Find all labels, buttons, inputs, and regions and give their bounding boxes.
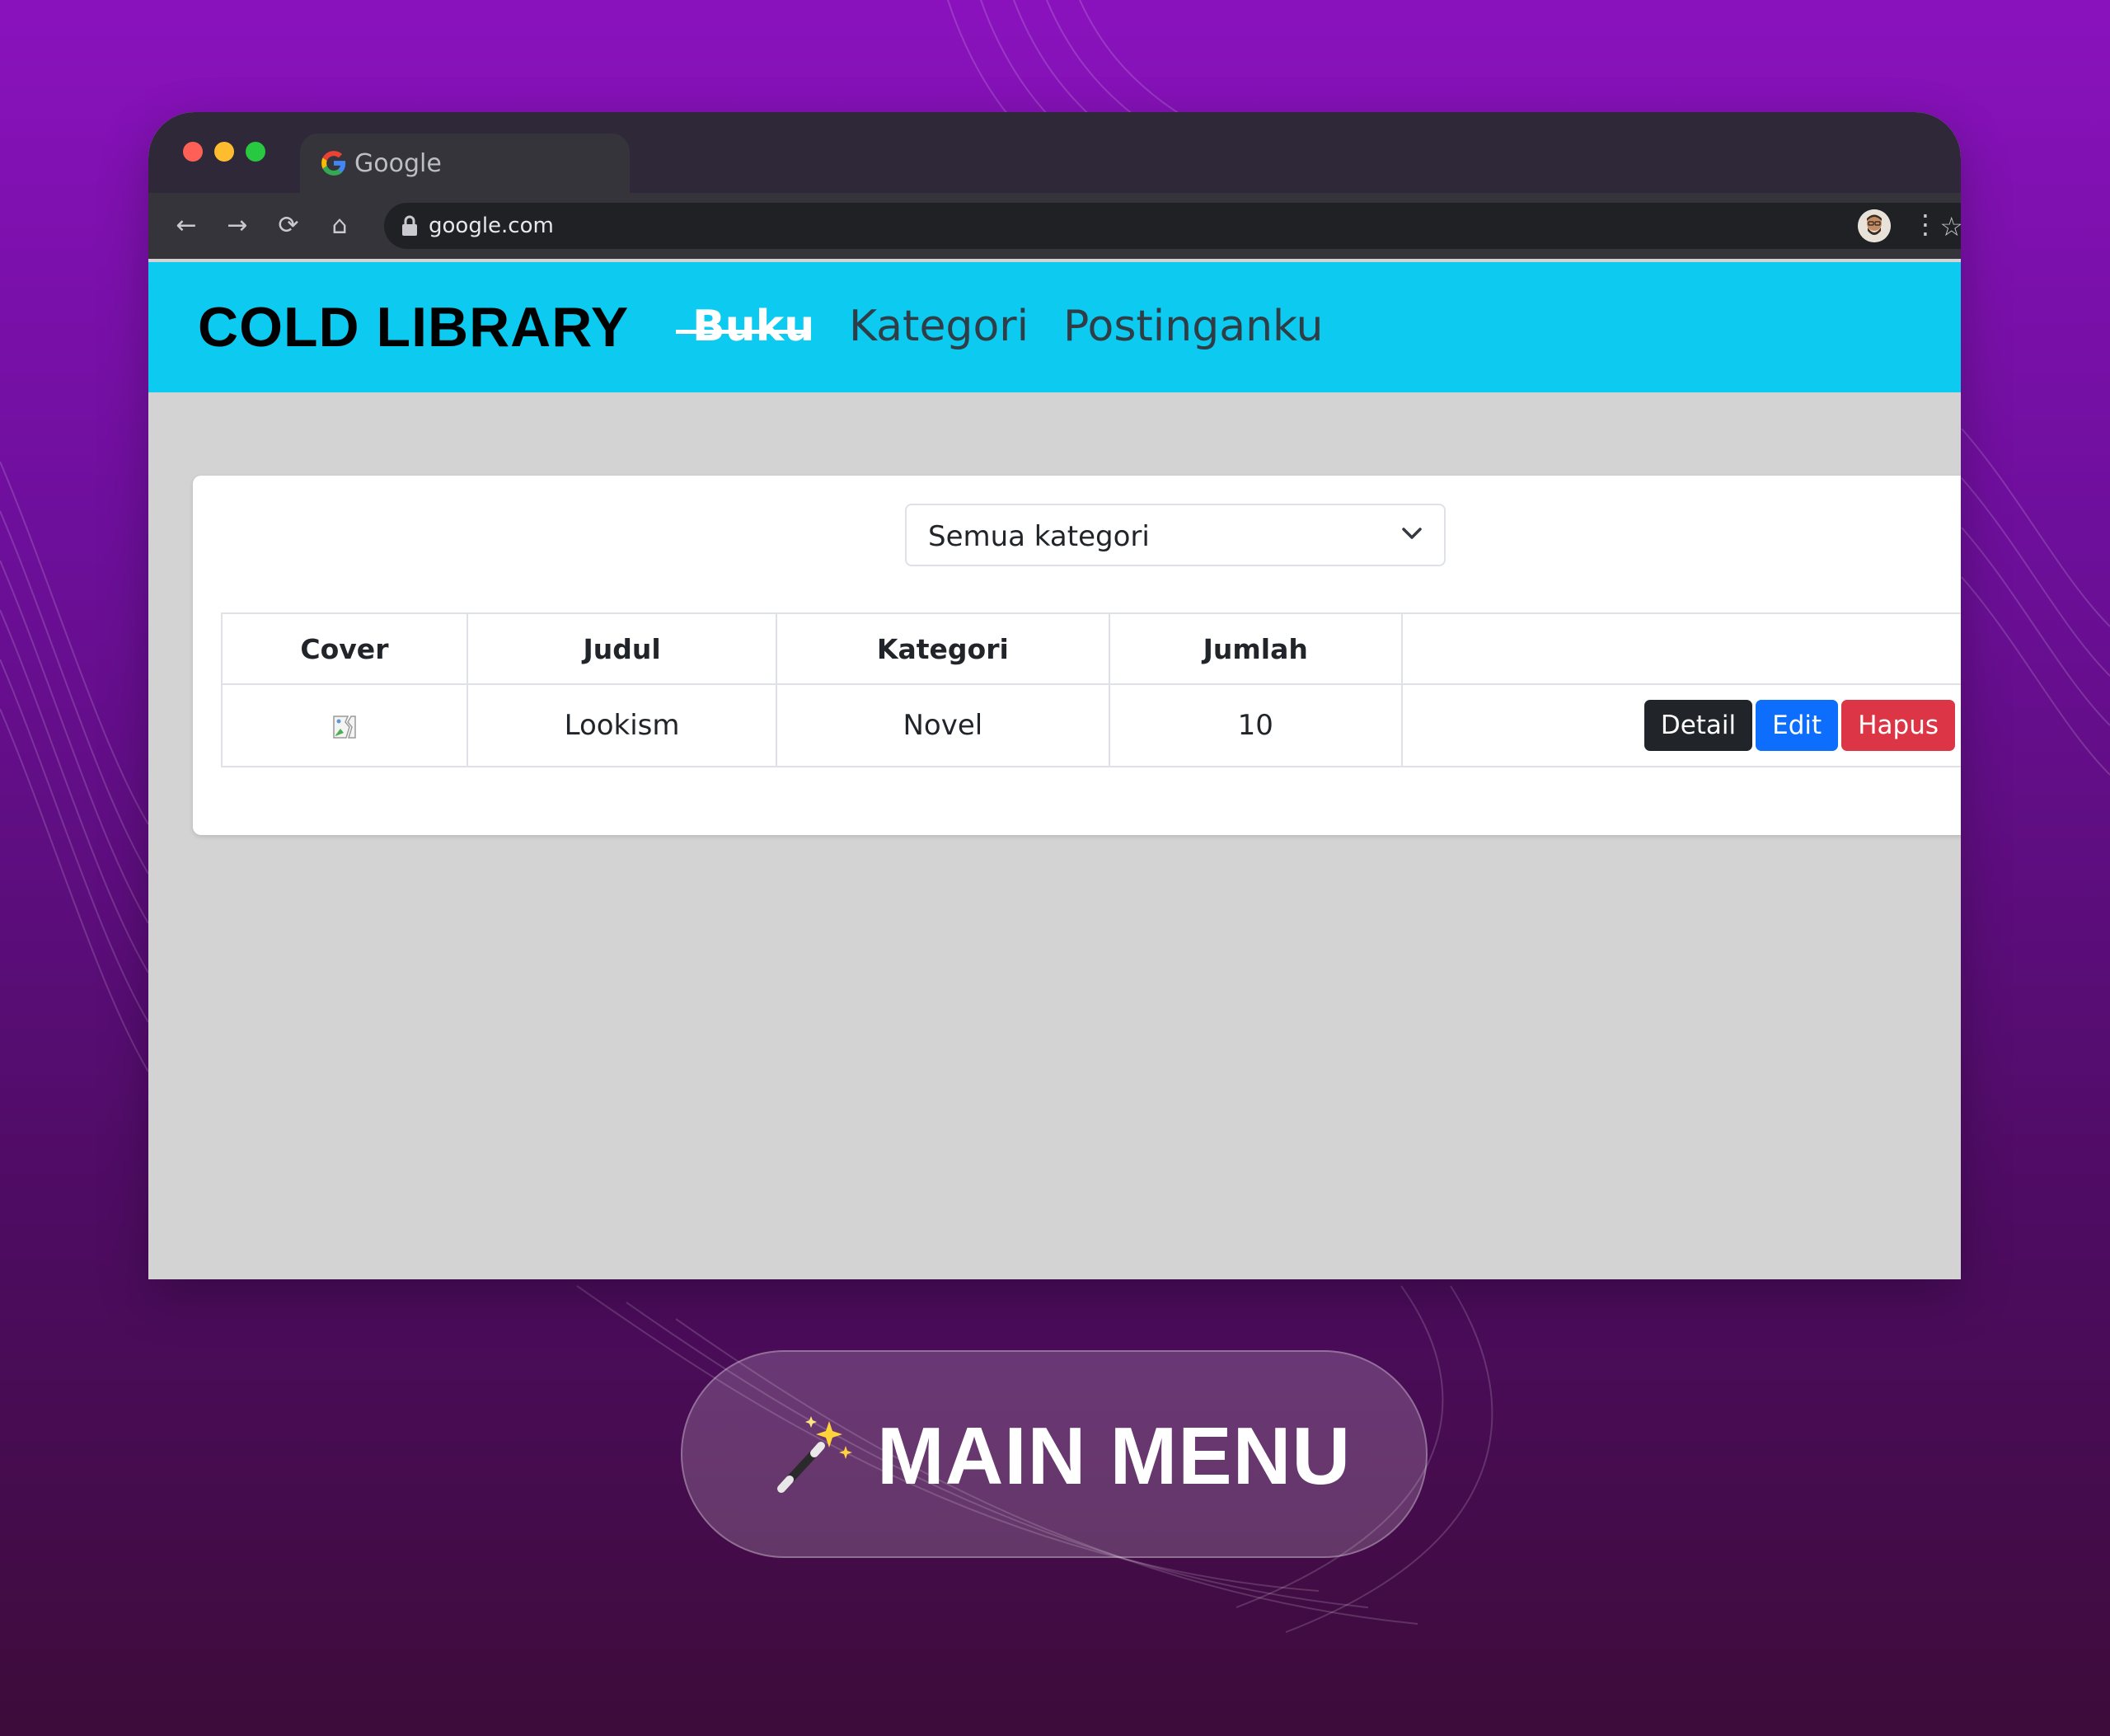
brand-logo[interactable]: COLD LIBRARY (198, 295, 629, 359)
judul-cell: Lookism (466, 683, 778, 767)
profile-avatar[interactable] (1858, 209, 1891, 242)
column-header-jumlah: Jumlah (1108, 612, 1403, 685)
app-navbar: COLD LIBRARY Buku Kategori Postinganku (148, 262, 1961, 392)
jumlah-cell: 10 (1108, 683, 1403, 767)
lock-icon (402, 215, 417, 236)
detail-button[interactable]: Detail (1643, 700, 1753, 751)
magic-wand-icon (777, 1416, 852, 1493)
close-window-button[interactable] (183, 142, 203, 162)
browser-tab[interactable]: Google (300, 134, 630, 193)
back-arrow-icon[interactable]: ← (170, 209, 203, 242)
active-nav-indicator (676, 330, 808, 334)
edit-button[interactable]: Edit (1756, 700, 1839, 751)
chevron-down-icon (1402, 528, 1422, 539)
books-card: Semua kategori Cover Judul Kategori Juml… (193, 476, 1961, 835)
books-table: Cover Judul Kategori Jumlah Lookism Nove… (221, 612, 1961, 767)
forward-arrow-icon[interactable]: → (221, 209, 254, 242)
hapus-button[interactable]: Hapus (1841, 700, 1955, 751)
more-options-icon[interactable]: ⋮ (1912, 208, 1939, 241)
table-row: Lookism Novel 10 Detail Edit Hapus (221, 683, 1961, 767)
category-filter-value: Semua kategori (928, 520, 1150, 553)
browser-window: Google ← → ⟳ ⌂ google.com ☆ ⋮ COLD LIBRA… (148, 112, 1961, 1279)
table-header-row: Cover Judul Kategori Jumlah (221, 612, 1961, 685)
kategori-cell: Novel (776, 683, 1110, 767)
column-header-kategori: Kategori (776, 612, 1110, 685)
reload-icon[interactable]: ⟳ (272, 209, 305, 242)
browser-titlebar: Google (148, 112, 1961, 193)
nav-link-buku[interactable]: Buku (692, 302, 814, 351)
home-icon[interactable]: ⌂ (323, 209, 356, 242)
tab-title: Google (354, 148, 442, 178)
column-header-cover: Cover (221, 612, 468, 685)
minimize-window-button[interactable] (214, 142, 234, 162)
google-icon (321, 151, 346, 176)
bookmark-star-icon[interactable]: ☆ (1939, 211, 1961, 242)
nav-link-postinganku[interactable]: Postinganku (1063, 302, 1324, 351)
browser-toolbar: ← → ⟳ ⌂ google.com ☆ ⋮ (148, 193, 1961, 259)
actions-cell: Detail Edit Hapus (1400, 683, 1961, 767)
category-filter-select[interactable]: Semua kategori (905, 504, 1446, 566)
column-header-actions (1400, 612, 1961, 685)
column-header-judul: Judul (466, 612, 778, 685)
main-menu-banner: MAIN MENU (681, 1350, 1428, 1558)
maximize-window-button[interactable] (246, 142, 265, 162)
url-text: google.com (429, 213, 554, 238)
main-menu-label: MAIN MENU (877, 1410, 1352, 1501)
avatar-face-icon (1858, 209, 1891, 242)
nav-link-kategori[interactable]: Kategori (849, 302, 1029, 351)
address-bar[interactable]: google.com ☆ (384, 203, 1961, 249)
broken-image-icon (333, 715, 356, 739)
cover-cell (221, 683, 468, 767)
